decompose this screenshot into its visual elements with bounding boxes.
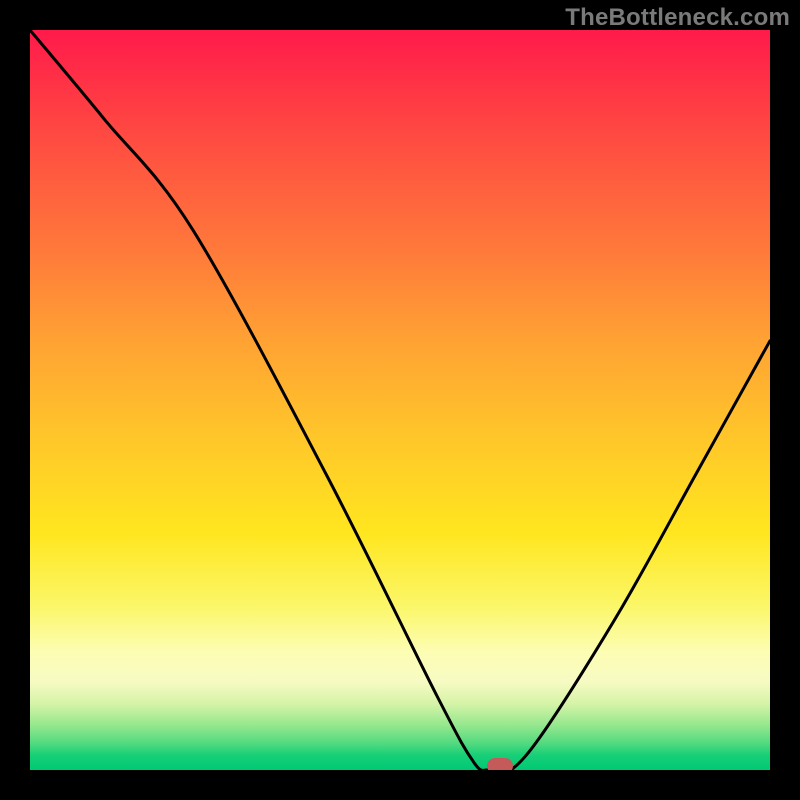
plot-area — [30, 30, 770, 770]
watermark-text: TheBottleneck.com — [565, 4, 790, 32]
optimal-point-marker — [487, 758, 513, 770]
bottleneck-curve-path — [30, 30, 770, 770]
chart-frame: TheBottleneck.com — [0, 0, 800, 800]
curve-layer — [30, 30, 770, 770]
